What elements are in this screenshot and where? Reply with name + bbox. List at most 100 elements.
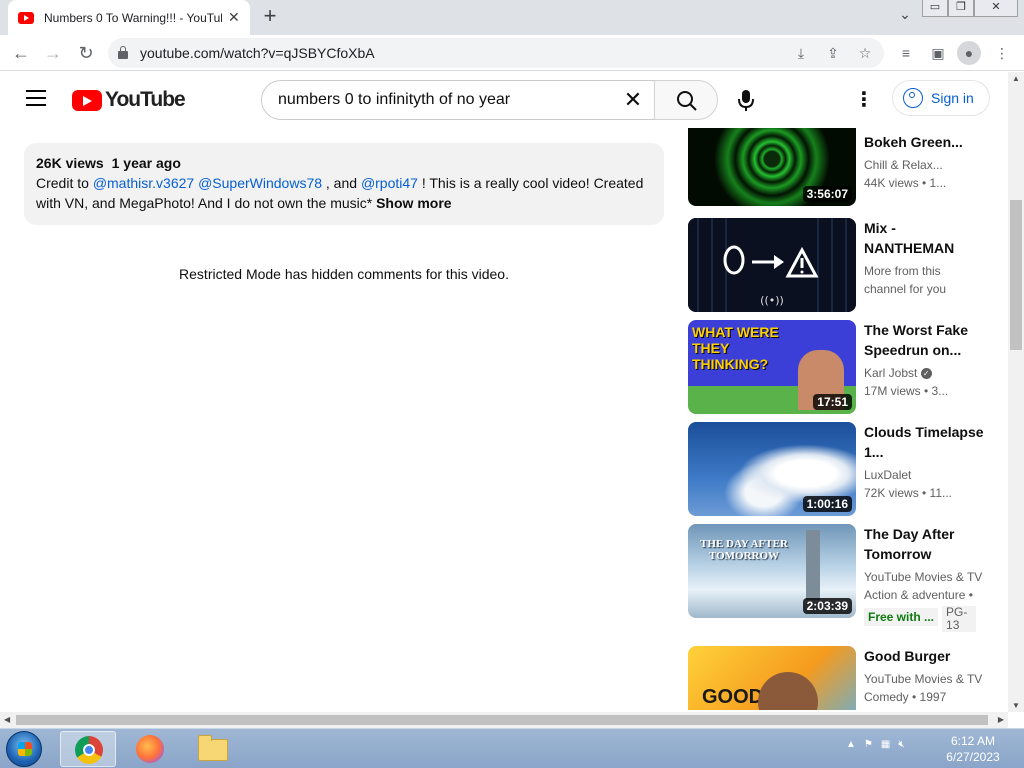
thumbnail-caption: WHAT WERE THEY THINKING? bbox=[692, 324, 779, 372]
side-panel-icon[interactable]: ▣ bbox=[925, 40, 951, 66]
search-input[interactable]: numbers 0 to infinityth of no year ✕ bbox=[261, 80, 655, 120]
video-genre: Action & adventure • bbox=[864, 588, 973, 602]
horizontal-scrollbar[interactable]: ◀ ▶ bbox=[0, 712, 1008, 728]
sign-in-button[interactable]: Sign in bbox=[892, 80, 990, 116]
recommendation-item[interactable]: ((•)) Mix - NANTHEMAN More from this cha… bbox=[688, 218, 988, 312]
video-description[interactable]: 26K views 1 year ago Credit to @mathisr.… bbox=[24, 143, 664, 225]
search-button[interactable] bbox=[654, 80, 718, 120]
profile-icon[interactable]: ● bbox=[957, 41, 981, 65]
channel-name[interactable]: Chill & Relax... bbox=[864, 156, 988, 174]
new-tab-button[interactable]: + bbox=[258, 5, 282, 29]
microphone-icon[interactable] bbox=[730, 84, 762, 116]
vertical-scrollbar[interactable]: ▲ ▼ bbox=[1008, 72, 1024, 712]
scroll-left-arrow-icon[interactable]: ◀ bbox=[4, 715, 10, 724]
channel-name[interactable]: LuxDalet bbox=[864, 466, 988, 484]
mention-link[interactable]: @mathisr.v3627 bbox=[93, 175, 194, 191]
start-button[interactable] bbox=[6, 731, 42, 767]
view-count: 26K views bbox=[36, 155, 104, 171]
tab-close-icon[interactable]: ✕ bbox=[228, 9, 240, 26]
scroll-right-arrow-icon[interactable]: ▶ bbox=[998, 715, 1004, 724]
flag-icon[interactable]: ⚑ bbox=[864, 739, 873, 750]
mix-subtitle: More from this bbox=[864, 264, 941, 278]
chrome-menu-icon[interactable]: ⋮ bbox=[989, 40, 1015, 66]
mix-subtitle: channel for you bbox=[864, 282, 947, 296]
channel-name[interactable]: Karl Jobst ✓ bbox=[864, 364, 988, 382]
youtube-play-icon bbox=[72, 89, 102, 111]
svg-text:((•)): ((•)) bbox=[760, 294, 784, 307]
install-icon[interactable]: ⤓ bbox=[788, 38, 814, 68]
system-tray: ▲ ⚑ ▦ 🔇︎ bbox=[846, 739, 905, 750]
video-thumbnail[interactable]: GOOD bbox=[688, 646, 856, 710]
address-bar[interactable]: youtube.com/watch?v=qJSBYCfoXbA ⤓ ⇪ ☆ bbox=[108, 38, 884, 68]
taskbar-firefox[interactable] bbox=[122, 731, 178, 767]
tray-expand-icon[interactable]: ▲ bbox=[846, 739, 856, 750]
youtube-logo[interactable]: YouTube bbox=[72, 88, 186, 112]
recommendation-item[interactable]: 3:56:07 V8 LOOP NEON Bokeh Green... Chil… bbox=[688, 128, 988, 206]
thumbnail-caption: THE DAY AFTER TOMORROW bbox=[700, 538, 788, 562]
video-thumbnail[interactable]: THE DAY AFTER TOMORROW 2:03:39 bbox=[688, 524, 856, 618]
volume-muted-icon[interactable]: 🔇︎ bbox=[898, 739, 904, 750]
video-meta: 44K views • 1... bbox=[864, 176, 947, 190]
media-queue-icon[interactable]: ≡ bbox=[893, 40, 919, 66]
channel-name[interactable]: YouTube Movies & TV bbox=[864, 670, 988, 688]
rating-badge: PG-13 bbox=[942, 606, 977, 632]
clock-date: 6/27/2023 bbox=[946, 750, 1000, 764]
youtube-wordmark: YouTube bbox=[105, 88, 186, 111]
restore-button[interactable]: ❐ bbox=[948, 0, 974, 17]
browser-tab[interactable]: Numbers 0 To Warning!!! - YouTube ✕ bbox=[8, 0, 250, 35]
clear-search-icon[interactable]: ✕ bbox=[618, 85, 648, 115]
back-arrow-icon[interactable]: ← bbox=[8, 40, 34, 66]
video-meta: 72K views • 11... bbox=[864, 486, 953, 500]
video-title[interactable]: The Worst Fake Speedrun on... bbox=[864, 320, 988, 360]
taskbar-clock[interactable]: 6:12 AM 6/27/2023 bbox=[940, 733, 1006, 765]
upload-age: 1 year ago bbox=[111, 155, 181, 171]
scroll-down-arrow-icon[interactable]: ▼ bbox=[1012, 701, 1020, 710]
browser-toolbar: ← → ↻ youtube.com/watch?v=qJSBYCfoXbA ⤓ … bbox=[0, 35, 1024, 71]
video-title[interactable]: Mix - NANTHEMAN bbox=[864, 218, 988, 258]
horizontal-scroll-thumb[interactable] bbox=[16, 715, 988, 725]
mention-link[interactable]: @rpoti47 bbox=[361, 175, 418, 191]
minimize-button[interactable]: ▭ bbox=[922, 0, 948, 17]
recommendation-item[interactable]: 1:00:16 Clouds Timelapse 1... LuxDalet 7… bbox=[688, 422, 988, 516]
video-duration: 3:56:07 bbox=[802, 186, 852, 202]
share-icon[interactable]: ⇪ bbox=[820, 38, 846, 68]
firefox-icon bbox=[136, 735, 164, 763]
verified-check-icon: ✓ bbox=[920, 368, 932, 380]
window-controls: ▭ ❐ ✕ bbox=[922, 0, 1018, 17]
network-icon[interactable]: ▦ bbox=[881, 739, 890, 750]
video-thumbnail[interactable]: WHAT WERE THEY THINKING? 17:51 bbox=[688, 320, 856, 414]
recommendation-item[interactable]: GOOD Good Burger YouTube Movies & TV Com… bbox=[688, 646, 988, 710]
free-with-ads-badge: Free with ... bbox=[864, 608, 939, 626]
settings-kebab-icon[interactable]: ⋮ bbox=[852, 86, 876, 114]
video-title[interactable]: The Day After Tomorrow bbox=[864, 524, 988, 564]
forward-arrow-icon[interactable]: → bbox=[40, 40, 66, 66]
video-thumbnail[interactable]: 3:56:07 bbox=[688, 128, 856, 206]
taskbar-chrome[interactable] bbox=[60, 731, 116, 767]
recommendation-item[interactable]: THE DAY AFTER TOMORROW 2:03:39 The Day A… bbox=[688, 524, 988, 640]
reload-icon[interactable]: ↻ bbox=[73, 40, 99, 66]
video-duration: 2:03:39 bbox=[802, 598, 852, 614]
bookmark-star-icon[interactable]: ☆ bbox=[852, 38, 878, 68]
video-duration: 17:51 bbox=[813, 394, 852, 410]
close-window-button[interactable]: ✕ bbox=[974, 0, 1018, 17]
recommendations-sidebar: 3:56:07 V8 LOOP NEON Bokeh Green... Chil… bbox=[688, 128, 988, 710]
video-title[interactable]: Good Burger bbox=[864, 646, 988, 666]
and-text: , and bbox=[322, 175, 361, 191]
thumbnail-caption: GOOD bbox=[702, 686, 764, 708]
search-icon bbox=[677, 91, 697, 111]
video-title[interactable]: V8 LOOP NEON Bokeh Green... bbox=[864, 128, 988, 152]
recommendation-item[interactable]: WHAT WERE THEY THINKING? 17:51 The Worst… bbox=[688, 320, 988, 414]
hamburger-menu-icon[interactable] bbox=[26, 90, 46, 106]
taskbar-explorer[interactable] bbox=[184, 731, 240, 767]
tab-search-chevron-icon[interactable]: ⌄ bbox=[894, 6, 916, 28]
mix-thumbnail[interactable]: ((•)) bbox=[688, 218, 856, 312]
show-more-button[interactable]: Show more bbox=[376, 195, 451, 211]
channel-name[interactable]: YouTube Movies & TV bbox=[864, 568, 988, 586]
scroll-up-arrow-icon[interactable]: ▲ bbox=[1012, 74, 1020, 83]
video-title[interactable]: Clouds Timelapse 1... bbox=[864, 422, 988, 462]
restricted-mode-notice: Restricted Mode has hidden comments for … bbox=[179, 266, 509, 282]
mention-link[interactable]: @SuperWindows78 bbox=[198, 175, 322, 191]
video-thumbnail[interactable]: 1:00:16 bbox=[688, 422, 856, 516]
youtube-header: YouTube numbers 0 to infinityth of no ye… bbox=[0, 72, 1008, 128]
vertical-scroll-thumb[interactable] bbox=[1010, 200, 1022, 350]
